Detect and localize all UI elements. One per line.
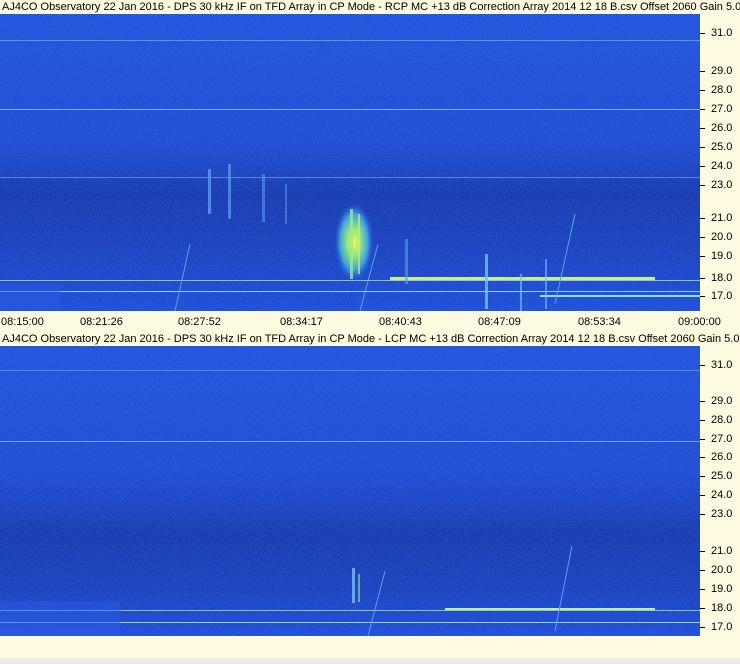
- rcp-freq-label: 26.0: [711, 122, 733, 134]
- rcp-freq-tick: [700, 278, 705, 279]
- rcp-freq-tick: [700, 71, 705, 72]
- lcp-freq-label: 21.0: [711, 545, 733, 557]
- lcp-freq-label: 20.0: [711, 564, 733, 576]
- lcp-freq-tick: [700, 627, 705, 628]
- rcp-freq-tick: [700, 296, 705, 297]
- rcp-freq-tick: [700, 237, 705, 238]
- lcp-freq-label: 27.0: [711, 433, 733, 445]
- time-label: 08:21:26: [80, 316, 123, 328]
- lcp-freq-label: 19.0: [711, 583, 733, 595]
- rcp-freq-tick: [700, 90, 705, 91]
- lcp-freq-tick: [700, 551, 705, 552]
- time-label: 08:34:17: [280, 316, 323, 328]
- lcp-freq-label: 23.0: [711, 508, 733, 520]
- lcp-spectrogram[interactable]: [0, 346, 700, 636]
- lcp-freq-tick: [700, 589, 705, 590]
- time-label: 08:53:34: [578, 316, 621, 328]
- rcp-freq-tick: [700, 256, 705, 257]
- rcp-freq-label: 18.0: [711, 272, 733, 284]
- rcp-freq-label: 23.0: [711, 179, 733, 191]
- lcp-freq-tick: [700, 608, 705, 609]
- rcp-panel-title: AJ4CO Observatory 22 Jan 2016 - DPS 30 k…: [2, 1, 740, 13]
- lcp-freq-tick: [700, 420, 705, 421]
- bottom-status-strip: [0, 636, 740, 664]
- lcp-freq-tick: [700, 439, 705, 440]
- rcp-freq-label: 29.0: [711, 65, 733, 77]
- lcp-panel-title: AJ4CO Observatory 22 Jan 2016 - DPS 30 k…: [2, 333, 740, 345]
- rcp-freq-label: 24.0: [711, 160, 733, 172]
- rcp-freq-tick: [700, 128, 705, 129]
- rcp-freq-label: 17.0: [711, 290, 733, 302]
- rcp-freq-tick: [700, 147, 705, 148]
- lcp-freq-label: 25.0: [711, 470, 733, 482]
- rcp-freq-tick: [700, 33, 705, 34]
- lcp-freq-tick: [700, 401, 705, 402]
- lcp-spectrogram-image: [0, 346, 700, 636]
- lcp-freq-label: 17.0: [711, 621, 733, 633]
- rcp-freq-label: 21.0: [711, 212, 733, 224]
- lcp-freq-tick: [700, 457, 705, 458]
- rcp-freq-label: 25.0: [711, 141, 733, 153]
- lcp-freq-tick: [700, 514, 705, 515]
- time-label: 08:47:09: [478, 316, 521, 328]
- rcp-spectrogram[interactable]: [0, 14, 700, 311]
- lcp-freq-tick: [700, 495, 705, 496]
- rcp-freq-tick: [700, 109, 705, 110]
- lcp-freq-label: 24.0: [711, 489, 733, 501]
- lcp-freq-tick: [700, 476, 705, 477]
- lcp-freq-label: 26.0: [711, 451, 733, 463]
- lcp-freq-tick: [700, 570, 705, 571]
- rcp-freq-label: 31.0: [711, 27, 733, 39]
- time-axis: 08:15:00 08:21:26 08:27:52 08:34:17 08:40:43…: [0, 314, 740, 330]
- rcp-frequency-axis: 31.0 29.0 28.0 27.0 26.0 25.0 24.0 23.0 21.0 20.0…: [700, 14, 740, 311]
- lcp-freq-label: 29.0: [711, 395, 733, 407]
- lcp-frequency-axis: 31.0 29.0 28.0 27.0 26.0 25.0 24.0 23.0 21.0 20.0…: [700, 346, 740, 636]
- rcp-freq-tick: [700, 166, 705, 167]
- time-label: 08:27:52: [178, 316, 221, 328]
- lcp-freq-label: 28.0: [711, 414, 733, 426]
- time-label: 09:00:00: [678, 316, 721, 328]
- lcp-freq-label: 18.0: [711, 602, 733, 614]
- time-label: 08:40:43: [379, 316, 422, 328]
- rcp-spectrogram-image: [0, 14, 700, 311]
- time-label: 08:15:00: [1, 316, 44, 328]
- rcp-freq-label: 28.0: [711, 84, 733, 96]
- rcp-freq-label: 19.0: [711, 250, 733, 262]
- lcp-freq-tick: [700, 365, 705, 366]
- rcp-freq-label: 27.0: [711, 103, 733, 115]
- rcp-freq-tick: [700, 185, 705, 186]
- rcp-freq-label: 20.0: [711, 231, 733, 243]
- rcp-freq-tick: [700, 218, 705, 219]
- lcp-freq-label: 31.0: [711, 359, 733, 371]
